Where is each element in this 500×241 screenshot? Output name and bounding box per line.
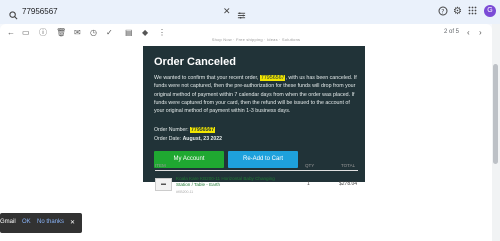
label-icon[interactable]: ◆ bbox=[142, 28, 148, 38]
prev-page-icon[interactable]: ‹ bbox=[467, 28, 470, 38]
order-id-highlight: 77956567 bbox=[259, 75, 286, 81]
toast-no-thanks-button[interactable]: No thanks bbox=[37, 219, 64, 225]
product-thumbnail: ▬ bbox=[155, 178, 172, 191]
order-date-label: Order Date: bbox=[154, 136, 182, 142]
order-number-value: 77956567 bbox=[190, 127, 216, 133]
archive-icon[interactable]: ▭ bbox=[22, 28, 30, 38]
product-name-link[interactable]: Koala Kare KB200-11 Horizontal Baby Chan… bbox=[176, 176, 276, 188]
scrollbar[interactable] bbox=[492, 24, 500, 241]
message-intro: We wanted to confirm that your recent or… bbox=[154, 75, 259, 81]
account-avatar[interactable]: G bbox=[484, 5, 496, 17]
settings-gear-icon[interactable]: ⚙ bbox=[453, 6, 462, 18]
column-header-total: TOTAL bbox=[341, 163, 356, 168]
delete-icon[interactable]: 🗑 bbox=[56, 28, 66, 38]
apps-grid-icon[interactable] bbox=[468, 6, 477, 18]
email-title: Order Canceled bbox=[154, 56, 236, 68]
move-to-icon[interactable]: ▤ bbox=[125, 28, 133, 38]
mark-unread-icon[interactable]: ✉ bbox=[74, 28, 81, 38]
search-options-icon[interactable] bbox=[237, 7, 246, 25]
product-total: $278.04 bbox=[339, 181, 358, 187]
email-nav-links: Shop Now · Free shipping · Ideas · Solut… bbox=[211, 37, 301, 42]
column-header-item: ITEM bbox=[155, 163, 166, 168]
toast-ok-button[interactable]: OK bbox=[22, 219, 31, 225]
toast-prefix: Gmail bbox=[0, 219, 16, 225]
back-arrow-icon[interactable]: ← bbox=[7, 28, 15, 38]
table-divider bbox=[155, 170, 358, 171]
svg-text:?: ? bbox=[441, 8, 444, 15]
snackbar-toast: Gmail OK No thanks ✕ bbox=[0, 213, 82, 233]
search-input[interactable]: 77956567 bbox=[22, 7, 58, 16]
order-date-line: Order Date: August, 23 2022 bbox=[154, 136, 222, 142]
report-spam-icon[interactable]: ⓘ bbox=[39, 28, 47, 38]
order-date-value: August, 23 2022 bbox=[182, 136, 223, 142]
search-bar[interactable]: 77956567 ✕ bbox=[4, 3, 246, 21]
order-number-label: Order Number: bbox=[154, 127, 189, 133]
help-icon[interactable]: ? bbox=[438, 6, 448, 19]
product-qty: 1 bbox=[307, 181, 310, 187]
order-number-line: Order Number: 77956567 bbox=[154, 127, 216, 133]
scrollbar-thumb[interactable] bbox=[493, 64, 498, 164]
pagination-count: 2 of 5 bbox=[444, 29, 460, 35]
snooze-icon[interactable]: ◷ bbox=[90, 28, 97, 38]
add-task-icon[interactable]: ✓ bbox=[106, 28, 113, 38]
message-view: ← ▭ ⓘ 🗑 ✉ ◷ ✓ ▤ ◆ ⋮ 2 of 5 ‹ › Shop Now … bbox=[0, 24, 492, 241]
top-bar: 77956567 ✕ ? ⚙ G bbox=[0, 0, 500, 24]
readd-to-cart-button[interactable]: Re-Add to Cart bbox=[228, 151, 298, 168]
cancellation-message: We wanted to confirm that your recent or… bbox=[154, 74, 358, 115]
column-header-qty: QTY bbox=[305, 163, 315, 168]
next-page-icon[interactable]: › bbox=[479, 28, 482, 38]
order-canceled-card: Order Canceled We wanted to confirm that… bbox=[143, 46, 365, 182]
toast-close-icon[interactable]: ✕ bbox=[70, 219, 75, 226]
clear-search-icon[interactable]: ✕ bbox=[223, 7, 231, 16]
product-sku: #KB200-11 bbox=[176, 190, 194, 194]
search-icon[interactable] bbox=[9, 7, 18, 25]
